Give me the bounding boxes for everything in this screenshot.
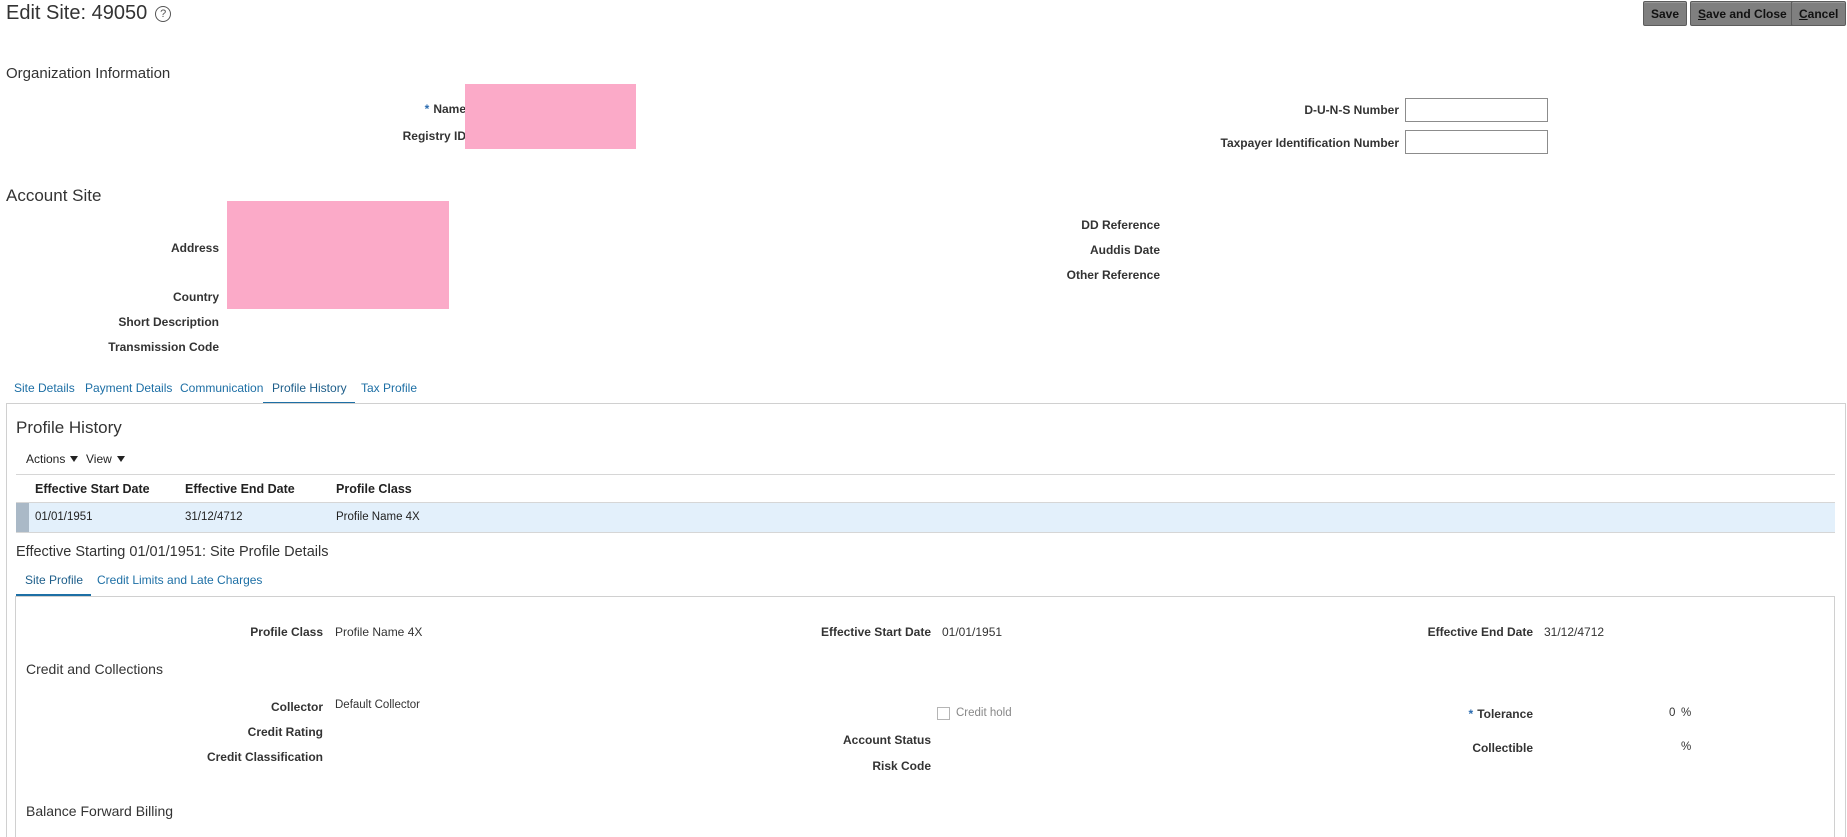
effective-start-value: 01/01/1951 bbox=[942, 625, 1003, 639]
redacted-name-block bbox=[465, 84, 636, 149]
name-label-text: Name bbox=[433, 102, 466, 116]
required-icon: * bbox=[424, 102, 430, 116]
account-site-heading: Account Site bbox=[6, 186, 102, 205]
table-bottom-divider bbox=[16, 532, 1835, 533]
view-menu-label: View bbox=[86, 452, 112, 466]
page-title: Edit Site: 49050? bbox=[6, 2, 172, 25]
collector-label: Collector bbox=[270, 700, 323, 714]
credit-rating-label: Credit Rating bbox=[247, 725, 323, 739]
credit-collections-heading: Credit and Collections bbox=[26, 661, 163, 677]
actions-menu-label: Actions bbox=[26, 452, 66, 466]
help-icon[interactable]: ? bbox=[155, 6, 172, 22]
tab-communication[interactable]: Communication bbox=[180, 381, 263, 402]
cell-profile-class: Profile Name 4X bbox=[336, 511, 420, 523]
view-menu[interactable]: View bbox=[86, 452, 125, 466]
chevron-down-icon bbox=[116, 456, 125, 462]
tab-tax-profile[interactable]: Tax Profile bbox=[361, 381, 417, 402]
address-label: Address bbox=[170, 241, 219, 255]
profile-class-label: Profile Class bbox=[250, 625, 323, 639]
duns-input[interactable] bbox=[1405, 98, 1548, 122]
collector-value: Default Collector bbox=[335, 699, 421, 711]
balance-forward-heading: Balance Forward Billing bbox=[26, 803, 174, 819]
required-icon: * bbox=[1468, 707, 1474, 721]
account-status-label: Account Status bbox=[842, 733, 931, 747]
tab-payment-details[interactable]: Payment Details bbox=[85, 381, 172, 402]
subtab-site-profile[interactable]: Site Profile bbox=[16, 573, 92, 596]
table-row[interactable]: 01/01/1951 31/12/4712 Profile Name 4X bbox=[16, 503, 1835, 532]
save-button[interactable]: Save bbox=[1643, 1, 1688, 26]
transmission-code-label: Transmission Code bbox=[108, 340, 219, 354]
redacted-address-block bbox=[227, 201, 449, 309]
cell-start-date: 01/01/1951 bbox=[35, 511, 93, 523]
auddis-date-label: Auddis Date bbox=[1089, 243, 1160, 257]
effective-end-value: 31/12/4712 bbox=[1544, 625, 1605, 639]
organization-heading: Organization Information bbox=[6, 65, 171, 82]
duns-label: D-U-N-S Number bbox=[1304, 103, 1399, 117]
dd-reference-label: DD Reference bbox=[1081, 218, 1160, 232]
profile-history-heading: Profile History bbox=[16, 418, 122, 437]
page-title-text: Edit Site: 49050 bbox=[6, 2, 148, 24]
credit-classification-label: Credit Classification bbox=[206, 750, 323, 764]
chevron-down-icon bbox=[70, 456, 79, 462]
taxpayer-id-input[interactable] bbox=[1405, 130, 1548, 154]
effective-end-label: Effective End Date bbox=[1427, 625, 1533, 639]
cell-end-date: 31/12/4712 bbox=[185, 511, 243, 523]
tolerance-percent: % bbox=[1681, 707, 1692, 719]
risk-code-label: Risk Code bbox=[872, 759, 931, 773]
actions-menu[interactable]: Actions bbox=[26, 452, 79, 466]
subtab-credit-limits[interactable]: Credit Limits and Late Charges bbox=[97, 573, 262, 594]
collectible-percent: % bbox=[1681, 741, 1692, 753]
credit-hold-label: Credit hold bbox=[956, 707, 1012, 719]
profile-class-value: Profile Name 4X bbox=[335, 625, 423, 639]
save-and-close-label: ave and Close bbox=[1706, 6, 1787, 21]
country-label: Country bbox=[173, 290, 219, 304]
tab-profile-history[interactable]: Profile History bbox=[263, 381, 355, 404]
tolerance-label: * Tolerance bbox=[1469, 707, 1533, 721]
tab-site-details[interactable]: Site Details bbox=[14, 381, 75, 402]
tolerance-value: 0 bbox=[1669, 707, 1676, 719]
row-selector[interactable] bbox=[16, 503, 29, 532]
table-top-divider bbox=[16, 474, 1835, 475]
name-label: * Name bbox=[425, 102, 466, 116]
save-and-close-mnemonic: S bbox=[1698, 6, 1707, 21]
collectible-label: Collectible bbox=[1472, 741, 1533, 755]
cancel-button[interactable]: Cancel bbox=[1791, 1, 1847, 26]
credit-hold-checkbox[interactable] bbox=[937, 707, 950, 720]
details-heading: Effective Starting 01/01/1951: Site Prof… bbox=[16, 544, 329, 560]
short-description-label: Short Description bbox=[118, 315, 219, 329]
taxpayer-id-label: Taxpayer Identification Number bbox=[1220, 136, 1399, 150]
tolerance-label-text: Tolerance bbox=[1477, 707, 1533, 721]
effective-start-label: Effective Start Date bbox=[820, 625, 931, 639]
cancel-mnemonic: C bbox=[1799, 6, 1808, 21]
cancel-label: ancel bbox=[1807, 6, 1839, 21]
column-header-end-date[interactable]: Effective End Date bbox=[185, 482, 295, 496]
save-and-close-button[interactable]: Save and Close bbox=[1690, 1, 1795, 26]
column-header-start-date[interactable]: Effective Start Date bbox=[35, 482, 150, 496]
registry-id-label: Registry ID bbox=[402, 129, 466, 143]
other-reference-label: Other Reference bbox=[1066, 268, 1160, 282]
column-header-profile-class[interactable]: Profile Class bbox=[336, 482, 412, 496]
